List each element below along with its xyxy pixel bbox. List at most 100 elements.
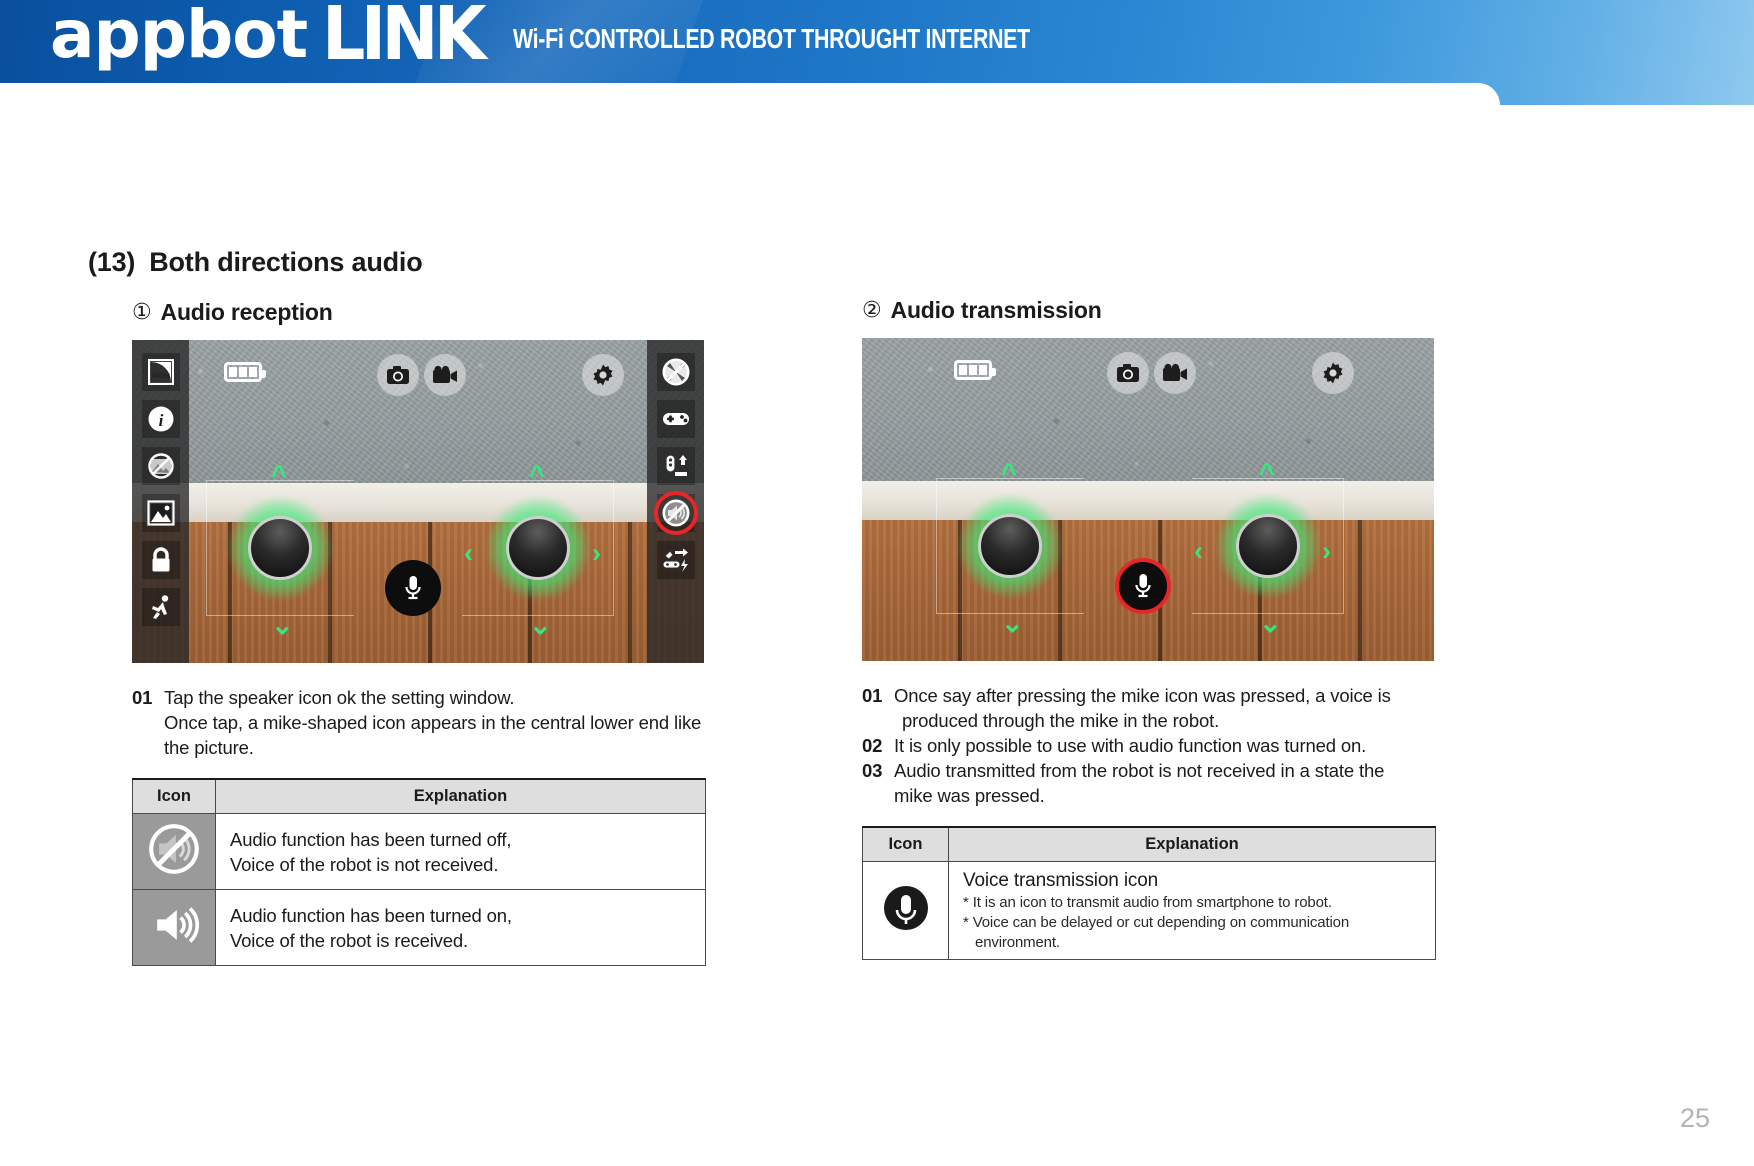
explanation-line: Voice of the robot is received.: [230, 929, 469, 951]
battery-icon: [954, 360, 996, 380]
joystick-knob[interactable]: [248, 516, 312, 580]
explanation-line: Voice of the robot is not received.: [230, 853, 499, 875]
speaker-on-icon: [132, 889, 216, 966]
step-text: Once say after pressing the mike icon wa…: [894, 683, 1462, 733]
robot-stand-up-icon[interactable]: [656, 447, 695, 485]
svg-text:i: i: [158, 411, 163, 430]
propeller-off-icon[interactable]: [656, 353, 695, 391]
circled-number-two: ②: [862, 298, 882, 323]
brand-name-appbot: appbot: [50, 0, 308, 73]
joystick-left[interactable]: [952, 488, 1068, 604]
steps-list-left: 01 Tap the speaker icon ok the setting w…: [132, 685, 772, 760]
gamepad-icon[interactable]: [656, 400, 695, 438]
chevron-up-right-icon: ^: [1259, 458, 1275, 488]
row-explanation: Audio function has been turned on, Voice…: [215, 889, 706, 966]
chevron-down-right-icon: ⌄: [529, 610, 552, 640]
chevron-down-left-icon: ⌄: [271, 610, 294, 640]
step-line: Audio transmitted from the robot is not …: [894, 760, 1385, 781]
row-explanation: Audio function has been turned off, Voic…: [215, 813, 706, 890]
chevron-right-right-joystick-icon: ›: [592, 538, 601, 568]
info-icon[interactable]: i: [141, 400, 180, 438]
chevron-left-right-joystick-icon: ‹: [464, 538, 473, 568]
step-number: 02: [862, 735, 883, 756]
explanation-note: environment.: [975, 934, 1060, 951]
no-photo-icon[interactable]: [141, 447, 180, 485]
step-text: Tap the speaker icon ok the setting wind…: [164, 685, 772, 760]
explanation-line: Audio function has been turned off,: [230, 828, 512, 850]
page-number: 25: [1679, 1103, 1710, 1133]
svg-text:HIGH: HIGH: [152, 373, 170, 380]
brand-name-link: LINK: [322, 0, 487, 77]
brand-logo: appbot LINK Wi-Fi CONTROLLED ROBOT THROU…: [50, 0, 1038, 77]
microphone-icon[interactable]: [1115, 558, 1171, 614]
brand-tagline: Wi-Fi CONTROLLED ROBOT THROUGHT INTERNET: [513, 22, 1031, 54]
joystick-knob[interactable]: [1236, 514, 1300, 578]
chevron-right-right-joystick-icon: ›: [1322, 536, 1331, 566]
joystick-knob[interactable]: [506, 516, 570, 580]
subsection-title-text: Audio reception: [160, 299, 333, 325]
subsection-title-text: Audio transmission: [890, 297, 1102, 323]
highlight-ring: [653, 491, 698, 535]
step-item: 02 It is only possible to use with audio…: [862, 733, 1462, 758]
table-row: Audio function has been turned off, Voic…: [132, 813, 706, 890]
page-title: (13) Both directions audio: [88, 247, 423, 278]
app-screenshot-audio-transmission: ^ ⌄ ^ ⌄ ‹ ›: [862, 338, 1434, 661]
camera-icon[interactable]: [1107, 352, 1149, 394]
steps-list-right: 01 Once say after pressing the mike icon…: [862, 683, 1462, 808]
step-item: 03 Audio transmitted from the robot is n…: [862, 758, 1462, 808]
row-explanation: Voice transmission icon * It is an icon …: [948, 861, 1436, 960]
right-toolbar: [647, 340, 704, 663]
step-line: Once tap, a mike-shaped icon appears in …: [164, 712, 702, 733]
gallery-icon[interactable]: [141, 494, 180, 532]
chevron-left-right-joystick-icon: ‹: [1194, 536, 1203, 566]
step-line: the picture.: [164, 737, 254, 758]
chevron-up-left-icon: ^: [271, 460, 287, 490]
column-header-icon: Icon: [132, 778, 216, 814]
step-number: 01: [862, 685, 883, 706]
gear-icon[interactable]: [1312, 352, 1354, 394]
robot-charge-icon[interactable]: [656, 541, 695, 579]
microphone-icon[interactable]: [385, 560, 441, 616]
explanation-heading: Voice transmission icon: [963, 870, 1159, 891]
table-header-row: Icon Explanation: [862, 826, 1436, 862]
step-text: It is only possible to use with audio fu…: [894, 733, 1462, 758]
app-screenshot-audio-reception: HIGH i ^ ⌄ ^ ⌄ ‹ ›: [132, 340, 704, 663]
video-icon[interactable]: [1154, 352, 1196, 394]
column-audio-transmission: ② Audio transmission ^ ⌄ ^ ⌄ ‹ › 01 Once…: [862, 297, 1502, 960]
table-header-row: Icon Explanation: [132, 778, 706, 814]
step-number: 03: [862, 760, 883, 781]
column-header-icon: Icon: [862, 826, 949, 862]
step-number: 01: [132, 687, 153, 708]
chevron-up-right-icon: ^: [529, 460, 545, 490]
column-header-explanation: Explanation: [948, 826, 1436, 862]
speaker-muted-icon[interactable]: [653, 491, 698, 535]
subsection-title-audio-reception: ① Audio reception: [132, 299, 772, 326]
icon-explanation-table-left: Icon Explanation Audio function has been…: [132, 778, 706, 966]
microphone-icon: [862, 861, 949, 960]
page-header-banner: appbot LINK Wi-Fi CONTROLLED ROBOT THROU…: [0, 0, 1754, 105]
table-row: Voice transmission icon * It is an icon …: [862, 861, 1436, 960]
step-line: produced through the mike in the robot.: [902, 710, 1220, 731]
joystick-right[interactable]: [480, 490, 596, 606]
explanation-line: Audio function has been turned on,: [230, 904, 512, 926]
step-line: Tap the speaker icon ok the setting wind…: [164, 687, 515, 708]
explanation-note: * It is an icon to transmit audio from s…: [963, 894, 1332, 911]
step-line: mike was pressed.: [894, 785, 1045, 806]
motion-detect-icon[interactable]: [141, 588, 180, 626]
lock-icon[interactable]: [141, 541, 180, 579]
quality-high-icon[interactable]: HIGH: [141, 353, 180, 391]
chevron-down-right-icon: ⌄: [1259, 608, 1282, 638]
circled-number-one: ①: [132, 300, 152, 325]
joystick-left[interactable]: [222, 490, 338, 606]
joystick-right[interactable]: [1210, 488, 1326, 604]
joystick-knob[interactable]: [978, 514, 1042, 578]
table-row: Audio function has been turned on, Voice…: [132, 889, 706, 966]
column-header-explanation: Explanation: [215, 778, 706, 814]
section-number: (13): [88, 247, 136, 277]
chevron-down-left-icon: ⌄: [1001, 608, 1024, 638]
step-line: It is only possible to use with audio fu…: [894, 735, 1367, 756]
explanation-note: * Voice can be delayed or cut depending …: [963, 914, 1350, 931]
step-text: Audio transmitted from the robot is not …: [894, 758, 1462, 808]
speaker-muted-icon: [132, 813, 216, 890]
icon-explanation-table-right: Icon Explanation Voice transmission icon…: [862, 826, 1436, 960]
